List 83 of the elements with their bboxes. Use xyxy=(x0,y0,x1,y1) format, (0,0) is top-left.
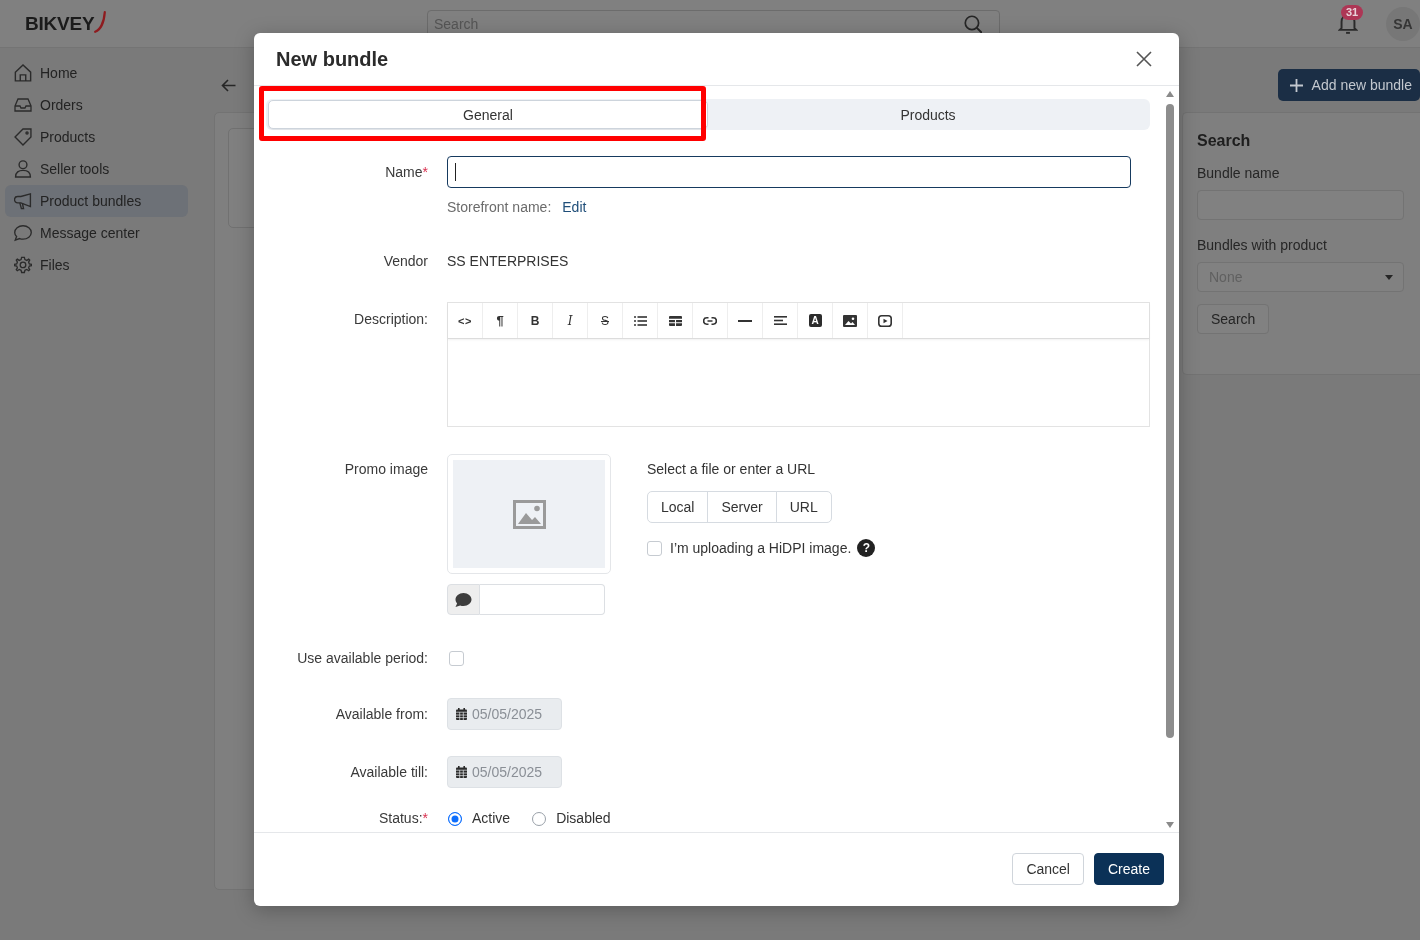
name-label: Name* xyxy=(384,163,428,181)
bullet-list-button[interactable] xyxy=(623,303,658,338)
sidebar-item[interactable]: Home xyxy=(5,57,188,89)
speech-bubble-icon xyxy=(455,591,472,608)
plus-icon xyxy=(1289,78,1303,92)
logo-text: BIKVEY xyxy=(25,12,95,35)
image-placeholder-icon xyxy=(512,499,546,529)
horizontal-line-icon xyxy=(738,319,752,322)
vendor-value: SS ENTERPRISES xyxy=(447,253,569,270)
calendar-icon xyxy=(456,766,467,778)
status-label: Status:* xyxy=(377,810,428,827)
strikethrough-button[interactable]: S xyxy=(588,303,623,338)
storefront-name-label: Storefront name: xyxy=(447,199,552,216)
add-new-bundle-button[interactable]: Add new bundle xyxy=(1277,69,1420,101)
promo-image-label: Promo image xyxy=(343,460,428,478)
table-icon xyxy=(668,315,682,326)
gear-icon xyxy=(14,256,32,274)
alt-text-field[interactable] xyxy=(480,584,605,615)
radio-button[interactable] xyxy=(532,811,547,826)
radio-label[interactable]: Disabled xyxy=(556,810,611,827)
link-icon xyxy=(703,316,717,325)
name-input-field[interactable] xyxy=(447,156,1131,188)
person-icon xyxy=(14,160,32,178)
search-button[interactable]: Search xyxy=(1197,304,1270,334)
notification-count: 31 xyxy=(1341,4,1363,20)
sidebar-item[interactable]: Orders xyxy=(5,89,188,121)
table-button[interactable] xyxy=(658,303,693,338)
search-icon[interactable] xyxy=(964,14,982,33)
swoosh-icon xyxy=(93,10,106,33)
insert-image-button[interactable] xyxy=(833,303,868,338)
bold-button[interactable]: B xyxy=(518,303,553,338)
create-button[interactable]: Create xyxy=(1093,853,1164,885)
insert-video-button[interactable] xyxy=(868,303,903,338)
date-label: Available till: xyxy=(349,763,428,781)
radio-label[interactable]: Active xyxy=(472,810,511,827)
sidebar-item[interactable]: Products xyxy=(5,121,188,153)
sidebar-item[interactable]: Seller tools xyxy=(5,153,188,185)
description-label: Description: xyxy=(353,310,428,328)
dialog-title: New bundle xyxy=(276,47,389,71)
upload-prompt: Select a file or enter a URL xyxy=(647,461,817,478)
paragraph-button[interactable]: ¶ xyxy=(483,303,518,338)
horizontal-rule-button[interactable] xyxy=(728,303,763,338)
image-icon xyxy=(843,314,857,327)
checkbox-label[interactable]: I’m uploading a HiDPI image. xyxy=(670,539,852,557)
bullet-list-icon xyxy=(633,315,647,326)
source-button[interactable]: Local xyxy=(647,491,709,523)
source-button[interactable]: URL xyxy=(775,491,832,523)
close-icon xyxy=(1136,51,1152,67)
align-button[interactable] xyxy=(763,303,798,338)
tab[interactable]: Products xyxy=(708,100,1148,129)
checkbox[interactable] xyxy=(449,650,464,666)
font-color-button[interactable]: A xyxy=(798,303,833,338)
radio-button[interactable] xyxy=(448,811,462,826)
available-period-label: Use available period: xyxy=(296,649,428,667)
sidebar-item[interactable]: Message center xyxy=(5,217,188,249)
panel-title: Search xyxy=(1197,131,1252,151)
home-icon xyxy=(14,64,32,82)
field-label: Bundles with product xyxy=(1197,237,1328,254)
video-icon xyxy=(878,314,892,327)
tab[interactable]: General xyxy=(268,100,708,129)
checkbox[interactable] xyxy=(647,540,662,556)
inbox-icon xyxy=(14,96,32,114)
caret-down-icon xyxy=(1385,274,1393,280)
source-button[interactable]: Server xyxy=(707,491,777,523)
date-label: Available from: xyxy=(334,705,428,723)
speech-bubble-icon xyxy=(14,224,32,242)
close-button[interactable] xyxy=(1136,51,1152,67)
italic-button[interactable]: I xyxy=(553,303,588,338)
cancel-button[interactable]: Cancel xyxy=(1012,853,1084,885)
megaphone-icon xyxy=(14,192,32,210)
edit-link[interactable]: Edit xyxy=(562,199,587,216)
code-view-button[interactable]: <> xyxy=(448,303,483,338)
field-label: Bundle name xyxy=(1197,165,1281,182)
link-button[interactable] xyxy=(693,303,728,338)
sidebar-item[interactable]: Files xyxy=(5,249,188,281)
align-left-icon xyxy=(773,316,787,325)
image-preview[interactable] xyxy=(447,454,611,574)
calendar-icon xyxy=(456,708,467,720)
help-button[interactable]: ? xyxy=(857,539,876,557)
tag-icon xyxy=(14,128,32,146)
scrollbar[interactable] xyxy=(1164,91,1176,828)
back-arrow-icon[interactable] xyxy=(221,78,236,92)
vendor-label: Vendor xyxy=(382,253,428,270)
